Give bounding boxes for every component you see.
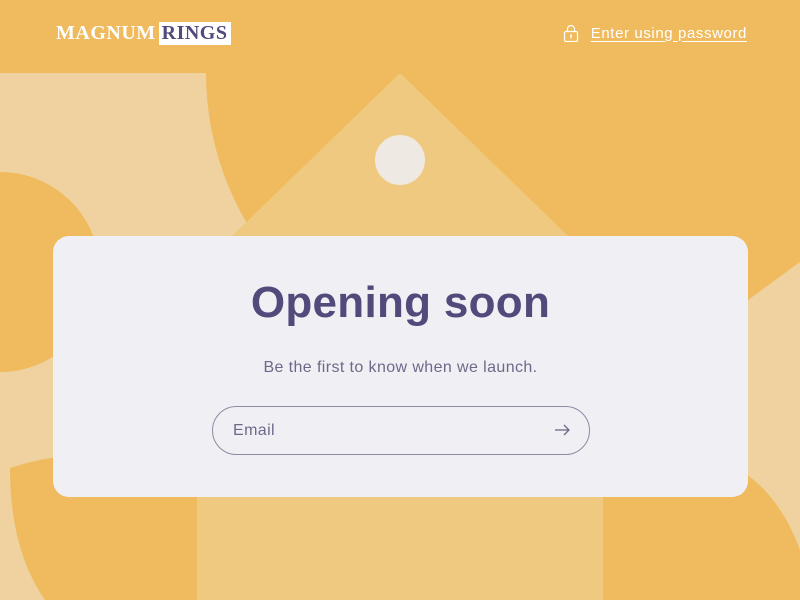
page-title: Opening soon: [250, 278, 551, 327]
header: MAGNUM RINGS Enter using password: [0, 0, 800, 72]
tag-dot-shape: [375, 135, 425, 185]
email-signup-form: [212, 406, 590, 455]
enter-using-password-link[interactable]: Enter using password: [563, 24, 747, 42]
arrow-right-icon: [555, 424, 570, 436]
password-link-label: Enter using password: [590, 24, 747, 42]
newsletter-card: Opening soon Be the first to know when w…: [53, 236, 748, 497]
logo[interactable]: MAGNUM RINGS: [56, 22, 231, 45]
logo-text-rings: RINGS: [158, 22, 231, 45]
email-submit-button[interactable]: [547, 415, 577, 445]
page-subtitle: Be the first to know when we launch.: [263, 359, 538, 376]
logo-text-magnum: MAGNUM: [56, 22, 156, 44]
lock-icon: [563, 24, 578, 42]
email-input[interactable]: [233, 407, 533, 454]
